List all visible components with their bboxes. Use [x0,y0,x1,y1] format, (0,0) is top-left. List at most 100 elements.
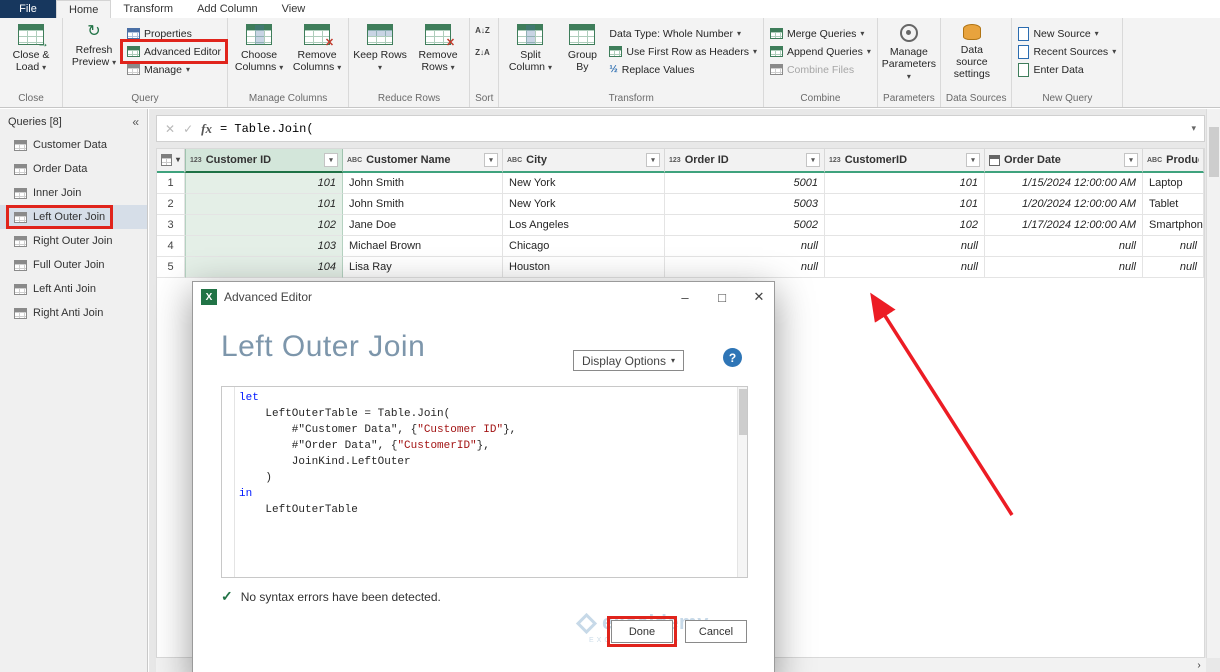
cell[interactable]: Lisa Ray [343,257,503,278]
manage-parameters-button[interactable]: Manage Parameters ▾ [881,20,937,82]
cell[interactable]: 104 [185,257,343,278]
cell[interactable]: 101 [825,194,985,215]
sort-descending-button[interactable]: Z↓A [473,42,492,62]
split-column-button[interactable]: Split Column ▾ [502,20,558,82]
table-row[interactable]: 5 104 Lisa Ray Houston null null null nu… [157,257,1204,278]
cell[interactable]: null [1143,236,1204,257]
cell[interactable]: Houston [503,257,665,278]
filter-button[interactable]: ▾ [966,153,980,167]
table-row[interactable]: 2 101 John Smith New York 5003 101 1/20/… [157,194,1204,215]
cell[interactable]: 1/20/2024 12:00:00 AM [985,194,1143,215]
recent-sources-button[interactable]: Recent Sources ▾ [1015,43,1119,60]
sidebar-item-inner-join[interactable]: Inner Join [0,181,147,205]
filter-button[interactable]: ▾ [646,153,660,167]
code-scrollbar[interactable] [737,387,747,577]
enter-data-button[interactable]: Enter Data [1015,61,1119,78]
tab-home[interactable]: Home [56,0,112,18]
tab-add-column[interactable]: Add Column [185,0,270,18]
vertical-scrollbar[interactable] [1206,109,1220,658]
sidebar-item-right-anti-join[interactable]: Right Anti Join [0,301,147,325]
table-row[interactable]: 4 103 Michael Brown Chicago null null nu… [157,236,1204,257]
data-type-button[interactable]: Data Type: Whole Number ▾ [606,25,760,42]
advanced-editor-button[interactable]: Advanced Editor [119,39,229,64]
sidebar-item-left-outer-join[interactable]: Left Outer Join [0,205,147,229]
tab-view[interactable]: View [270,0,318,18]
cell[interactable]: 5003 [665,194,825,215]
minimize-icon[interactable]: – [670,283,700,311]
sidebar-item-customer-data[interactable]: Customer Data [0,133,147,157]
cell[interactable]: New York [503,194,665,215]
column-header-order-date[interactable]: Order Date ▾ [985,149,1143,173]
table-row[interactable]: 3 102 Jane Doe Los Angeles 5002 102 1/17… [157,215,1204,236]
cell[interactable]: Chicago [503,236,665,257]
column-header-customer-id[interactable]: 123 Customer ID ▾ [185,149,343,173]
cell[interactable]: Smartphone [1143,215,1204,236]
cell[interactable]: null [825,257,985,278]
sort-ascending-button[interactable]: A↓Z [473,20,492,40]
keep-rows-button[interactable]: Keep Rows ▾ [352,20,408,82]
cell[interactable]: John Smith [343,194,503,215]
cell[interactable]: Michael Brown [343,236,503,257]
cell[interactable]: New York [503,173,665,194]
cell[interactable]: null [825,236,985,257]
choose-columns-button[interactable]: Choose Columns ▾ [231,20,287,82]
cell[interactable]: 101 [185,173,343,194]
cell[interactable]: 101 [825,173,985,194]
formula-expand-caret-icon[interactable]: ▾ [1191,123,1196,134]
replace-values-button[interactable]: ½ Replace Values [606,61,760,78]
cell[interactable]: 102 [185,215,343,236]
cell[interactable]: Tablet [1143,194,1204,215]
refresh-preview-button[interactable]: ↻ Refresh Preview ▾ [66,20,122,82]
formula-cancel-icon[interactable]: ✕ [165,122,175,136]
close-and-load-button[interactable]: Close & Load ▾ [3,20,59,82]
cell[interactable]: null [665,236,825,257]
cell[interactable]: Los Angeles [503,215,665,236]
sidebar-item-full-outer-join[interactable]: Full Outer Join [0,253,147,277]
column-header-customerid[interactable]: 123 CustomerID ▾ [825,149,985,173]
merge-queries-button[interactable]: Merge Queries ▾ [767,25,874,42]
sidebar-item-order-data[interactable]: Order Data [0,157,147,181]
formula-bar[interactable]: ✕ ✓ fx = Table.Join( ▾ [156,115,1205,142]
tab-transform[interactable]: Transform [111,0,185,18]
collapse-pane-icon[interactable]: « [132,115,139,129]
data-source-settings-button[interactable]: Data source settings [944,20,1000,82]
column-header-order-id[interactable]: 123 Order ID ▾ [665,149,825,173]
dialog-titlebar[interactable]: X Advanced Editor – □ ✕ [193,282,774,312]
cell[interactable]: 1/15/2024 12:00:00 AM [985,173,1143,194]
use-first-row-as-headers-button[interactable]: Use First Row as Headers ▾ [606,43,760,60]
cell[interactable]: null [985,257,1143,278]
filter-button[interactable]: ▾ [1124,153,1138,167]
formula-check-icon[interactable]: ✓ [183,122,193,136]
properties-button[interactable]: Properties [124,25,224,42]
cell[interactable]: 103 [185,236,343,257]
cell[interactable]: Jane Doe [343,215,503,236]
cell[interactable]: 5001 [665,173,825,194]
filter-button[interactable]: ▾ [324,153,338,167]
formula-input[interactable]: = Table.Join( [220,122,1184,136]
column-header-product[interactable]: ABC Product [1143,149,1204,173]
cell[interactable]: null [1143,257,1204,278]
combine-files-button[interactable]: Combine Files [767,61,874,78]
cell[interactable]: John Smith [343,173,503,194]
done-button[interactable]: Done [607,616,677,647]
display-options-dropdown[interactable]: Display Options ▾ [572,350,684,371]
cell[interactable]: 102 [825,215,985,236]
filter-button[interactable]: ▾ [484,153,498,167]
maximize-icon[interactable]: □ [707,283,737,311]
scrollbar-thumb[interactable] [739,389,747,435]
sidebar-item-left-anti-join[interactable]: Left Anti Join [0,277,147,301]
cell[interactable]: null [985,236,1143,257]
column-header-customer-name[interactable]: ABC Customer Name ▾ [343,149,503,173]
tab-file[interactable]: File [0,0,56,18]
scroll-right-icon[interactable]: › [1192,660,1206,671]
remove-columns-button[interactable]: Remove Columns ▾ [289,20,345,82]
cancel-button[interactable]: Cancel [685,620,747,643]
column-header-city[interactable]: ABC City ▾ [503,149,665,173]
cell[interactable]: 1/17/2024 12:00:00 AM [985,215,1143,236]
code-area[interactable]: let LeftOuterTable = Table.Join( #"Custo… [235,387,737,577]
append-queries-button[interactable]: Append Queries ▾ [767,43,874,60]
group-by-button[interactable]: Group By [560,20,604,82]
table-row[interactable]: 1 101 John Smith New York 5001 101 1/15/… [157,173,1204,194]
grid-corner-header[interactable]: ▾ [157,149,185,173]
close-icon[interactable]: ✕ [744,283,774,311]
